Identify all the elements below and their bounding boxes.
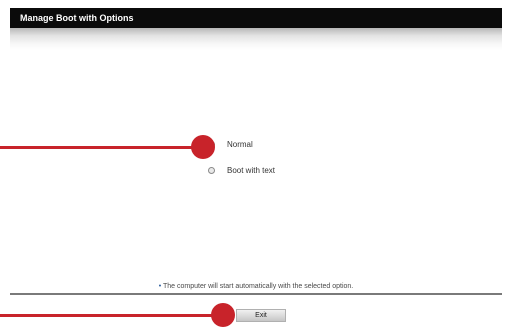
radio-unselected-icon[interactable]	[208, 166, 215, 174]
exit-button[interactable]: Exit	[236, 309, 286, 322]
window-title-bar: Manage Boot with Options	[10, 8, 502, 28]
annotation-pointer-dot	[211, 303, 235, 327]
header-band	[10, 28, 502, 50]
footer-note: • The computer will start automatically …	[10, 283, 502, 290]
option-boot-with-text[interactable]: Boot with text	[208, 163, 275, 177]
footer-note-text: The computer will start automatically wi…	[163, 283, 354, 290]
window-title: Manage Boot with Options	[20, 13, 134, 23]
divider	[10, 293, 502, 295]
annotation-pointer-dot	[191, 135, 215, 159]
option-boot-with-text-label: Boot with text	[227, 165, 276, 175]
annotation-pointer-line	[0, 314, 225, 317]
option-normal-label: Normal	[227, 139, 253, 149]
annotation-pointer-line	[0, 146, 205, 149]
